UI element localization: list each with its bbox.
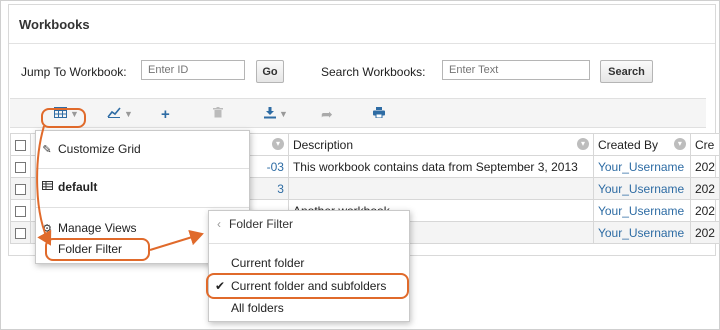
row-checkbox[interactable] bbox=[15, 183, 26, 195]
trash-icon bbox=[213, 107, 223, 121]
share-arrow-icon: ➦ bbox=[321, 105, 333, 122]
caret-down-icon: ▼ bbox=[124, 109, 133, 119]
insert-button[interactable]: + bbox=[161, 103, 170, 125]
gear-icon: ⚙ bbox=[42, 222, 52, 235]
column-header-created[interactable]: Cre bbox=[689, 133, 720, 156]
search-label: Search Workbooks: bbox=[321, 65, 426, 79]
workbook-id-link[interactable]: 3 bbox=[277, 182, 284, 196]
workbook-id-link[interactable]: -03 bbox=[267, 160, 284, 174]
created-by-link[interactable]: Your_Username bbox=[598, 182, 684, 196]
menu-divider bbox=[209, 243, 409, 244]
submenu-item-all-folders[interactable]: All folders bbox=[209, 298, 409, 318]
column-header-description[interactable]: Description ▾ bbox=[287, 133, 594, 156]
menu-item-default-view[interactable]: default bbox=[36, 176, 249, 198]
highlight-grid-button bbox=[41, 108, 86, 128]
created-by-link[interactable]: Your_Username bbox=[598, 204, 684, 218]
print-button[interactable] bbox=[373, 103, 385, 125]
menu-divider bbox=[36, 168, 249, 169]
column-menu-icon[interactable]: ▾ bbox=[271, 138, 284, 150]
export-button[interactable]: ▼ bbox=[264, 103, 288, 125]
created-by-link[interactable]: Your_Username bbox=[598, 160, 684, 174]
created-cell: 202 bbox=[689, 221, 720, 244]
search-input[interactable] bbox=[442, 60, 590, 80]
chevron-left-icon: ‹ bbox=[217, 217, 221, 231]
plus-icon: + bbox=[161, 105, 170, 123]
created-cell: 202 bbox=[689, 199, 720, 222]
menu-item-customize-grid[interactable]: ✎ Customize Grid bbox=[36, 138, 249, 160]
go-button[interactable]: Go bbox=[256, 60, 284, 83]
row-checkbox[interactable] bbox=[15, 227, 26, 239]
pencil-icon: ✎ bbox=[42, 143, 52, 156]
share-button[interactable]: ➦ bbox=[321, 103, 333, 125]
row-checkbox[interactable] bbox=[15, 161, 26, 173]
grid-toolbar: ▼ ▼ + ▼ ➦ bbox=[10, 98, 706, 128]
chart-icon bbox=[107, 107, 121, 121]
select-all-cell bbox=[10, 133, 31, 156]
created-cell: 202 bbox=[689, 177, 720, 200]
highlight-current-and-subfolders bbox=[206, 273, 409, 299]
caret-down-icon: ▼ bbox=[279, 109, 288, 119]
submenu-item-current-folder[interactable]: Current folder bbox=[209, 253, 409, 273]
charts-button[interactable]: ▼ bbox=[107, 103, 133, 125]
search-button[interactable]: Search bbox=[600, 60, 653, 83]
folder-filter-submenu: ‹ Folder Filter Current folder ✔ Current… bbox=[208, 210, 410, 322]
highlight-folder-filter bbox=[45, 238, 150, 261]
grid-icon bbox=[36, 181, 58, 193]
download-icon bbox=[264, 106, 276, 122]
column-header-created-by[interactable]: Created By ▾ bbox=[592, 133, 691, 156]
panel-title: Workbooks bbox=[19, 17, 90, 32]
select-all-checkbox[interactable] bbox=[15, 139, 26, 151]
jump-input[interactable] bbox=[141, 60, 245, 80]
print-icon bbox=[373, 107, 385, 121]
panel-divider bbox=[9, 43, 715, 44]
delete-button[interactable] bbox=[213, 103, 223, 125]
description-cell: This workbook contains data from Septemb… bbox=[287, 155, 594, 178]
created-cell: 202 bbox=[689, 155, 720, 178]
column-menu-icon[interactable]: ▾ bbox=[673, 138, 686, 150]
menu-divider bbox=[36, 207, 249, 208]
created-by-link[interactable]: Your_Username bbox=[598, 226, 684, 240]
description-cell bbox=[287, 177, 594, 200]
submenu-back-item[interactable]: ‹ Folder Filter bbox=[209, 214, 409, 234]
row-checkbox[interactable] bbox=[15, 205, 26, 217]
jump-label: Jump To Workbook: bbox=[21, 65, 127, 79]
column-menu-icon[interactable]: ▾ bbox=[576, 138, 589, 150]
